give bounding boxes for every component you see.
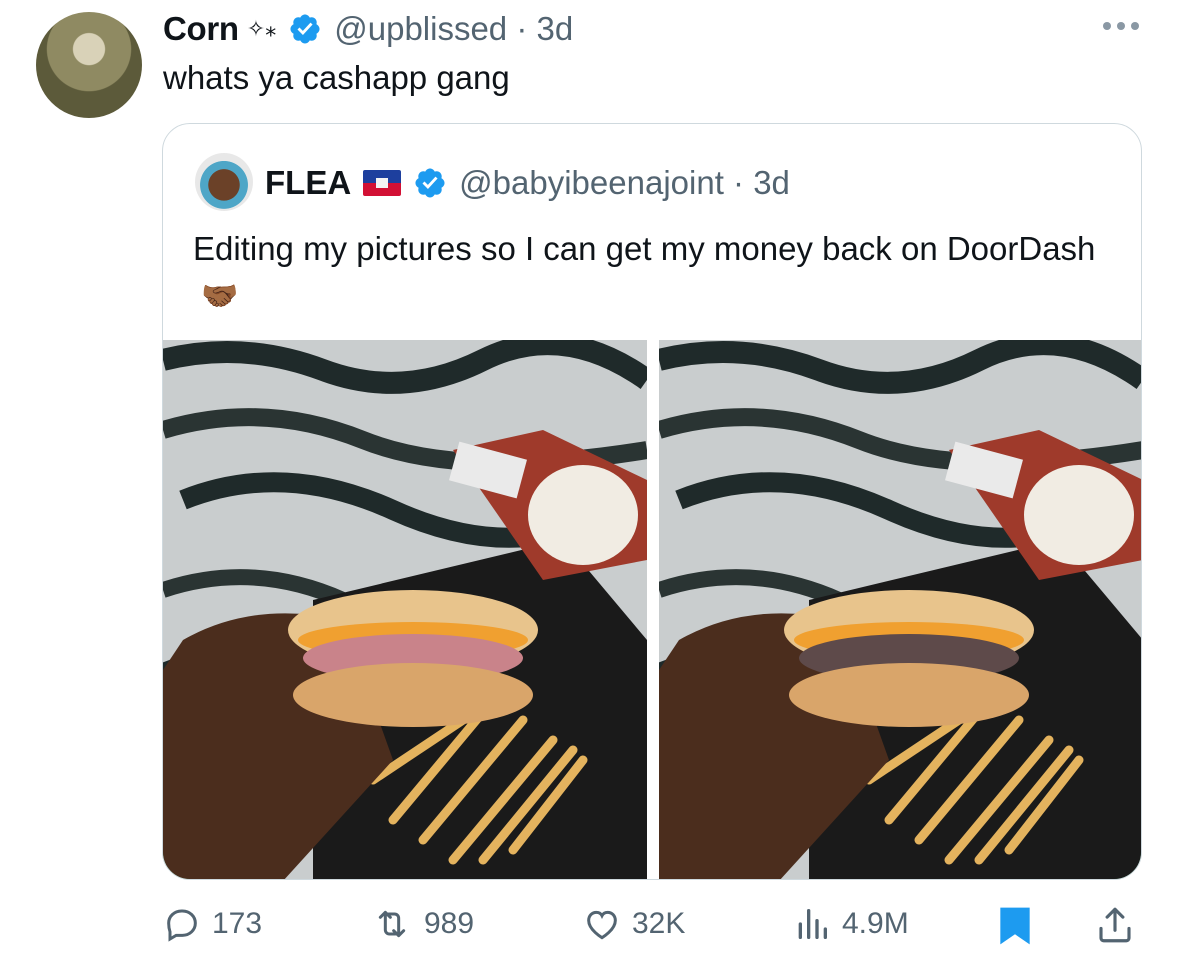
quoted-text: Editing my pictures so I can get my mone… xyxy=(193,226,1113,320)
like-icon xyxy=(587,910,617,940)
tweet-header: Corn ✧⁎ @upblissed · 3d xyxy=(163,8,573,50)
author-name-decoration: ✧⁎ xyxy=(246,16,277,41)
photo-grid xyxy=(163,340,1141,879)
quoted-author-name: FLEA xyxy=(265,164,352,201)
views-button[interactable]: 4.9M xyxy=(792,904,909,944)
repost-icon xyxy=(378,910,406,938)
share-icon xyxy=(1099,907,1131,943)
repost-button[interactable]: 989 xyxy=(370,904,474,944)
reply-count: 173 xyxy=(212,907,263,940)
verified-badge-icon xyxy=(290,14,320,44)
haiti-flag-icon xyxy=(363,170,402,196)
photo-burger-original[interactable] xyxy=(163,340,647,879)
author-avatar[interactable] xyxy=(36,12,142,118)
bookmark-button[interactable] xyxy=(996,904,1034,948)
like-count: 32K xyxy=(632,907,686,940)
verified-badge-icon xyxy=(415,168,445,198)
quoted-tweet[interactable]: FLEA @babyibeenajoint · 3d Editing my pi… xyxy=(162,123,1142,880)
like-button[interactable]: 32K xyxy=(582,904,685,944)
bookmark-icon xyxy=(1000,907,1030,945)
author-name[interactable]: Corn xyxy=(163,10,239,48)
reply-icon xyxy=(167,909,197,942)
author-handle-time[interactable]: @upblissed · 3d xyxy=(334,10,573,48)
share-button[interactable] xyxy=(1094,904,1136,946)
quoted-header: FLEA @babyibeenajoint · 3d xyxy=(265,160,790,206)
quoted-author-avatar xyxy=(195,153,253,211)
views-count: 4.9M xyxy=(842,907,909,940)
tweet-text: whats ya cashapp gang xyxy=(163,59,510,96)
handshake-emoji: 🤝🏾 xyxy=(201,280,239,313)
photo-burger-edited[interactable] xyxy=(659,340,1141,879)
more-icon[interactable] xyxy=(1103,22,1139,30)
quoted-text-body: Editing my pictures so I can get my mone… xyxy=(193,230,1096,267)
views-icon xyxy=(798,909,827,939)
repost-count: 989 xyxy=(424,907,475,940)
action-bar: 173 989 32K 4.9M xyxy=(162,900,1142,956)
quoted-handle-time: @babyibeenajoint · 3d xyxy=(459,164,790,201)
reply-button[interactable]: 173 xyxy=(162,904,262,944)
